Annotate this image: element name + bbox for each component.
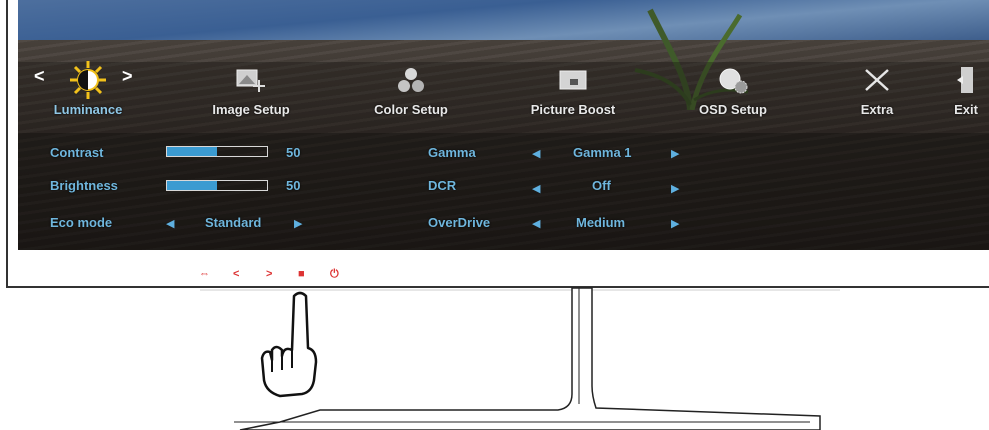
osd-globe-gear-icon (678, 60, 788, 100)
color-balls-icon (356, 60, 466, 100)
dcr-label: DCR (428, 178, 457, 193)
dcr-next-arrow[interactable]: ▶ (671, 182, 679, 195)
dcr-prev-arrow[interactable]: ◀ (532, 182, 540, 195)
gamma-value[interactable]: Gamma 1 (573, 145, 632, 160)
tools-icon (822, 60, 932, 100)
exit-door-icon (936, 60, 989, 100)
menu-item-picture-boost[interactable]: Picture Boost (518, 60, 628, 117)
eco-mode-prev-arrow[interactable]: ◀ (166, 217, 174, 230)
pointing-hand-icon (260, 291, 318, 398)
overdrive-prev-arrow[interactable]: ◀ (532, 217, 540, 230)
menu-label-extra: Extra (860, 102, 894, 117)
source-icon[interactable]: ⇔ (199, 268, 210, 280)
menu-label-osd-setup: OSD Setup (699, 102, 767, 117)
eco-mode-next-arrow[interactable]: ▶ (294, 217, 302, 230)
eco-mode-value[interactable]: Standard (205, 215, 261, 230)
menu-label-image-setup: Image Setup (212, 102, 290, 117)
left-icon[interactable]: < (233, 268, 239, 280)
overdrive-next-arrow[interactable]: ▶ (671, 217, 679, 230)
contrast-slider-fill (167, 147, 217, 156)
menu-item-osd-setup[interactable]: OSD Setup (678, 60, 788, 117)
picture-boost-icon (518, 60, 628, 100)
dcr-value[interactable]: Off (592, 178, 611, 193)
menu-item-color-setup[interactable]: Color Setup (356, 60, 466, 117)
menu-label-luminance: Luminance (53, 102, 123, 117)
osd-main-menu: < > Luminance Image Setup Color Setup Pi… (18, 60, 989, 122)
overdrive-value[interactable]: Medium (576, 215, 625, 230)
brightness-value: 50 (286, 178, 301, 193)
menu-item-exit[interactable]: Exit (936, 60, 989, 117)
contrast-value: 50 (286, 145, 301, 160)
brightness-label: Brightness (50, 178, 118, 193)
gamma-prev-arrow[interactable]: ◀ (532, 147, 540, 160)
menu-label-color-setup: Color Setup (374, 102, 448, 117)
menu-item-extra[interactable]: Extra (822, 60, 932, 117)
gamma-label: Gamma (428, 145, 476, 160)
sun-contrast-icon (33, 60, 143, 100)
menu-label-exit: Exit (954, 102, 978, 117)
brightness-slider-fill (167, 181, 217, 190)
contrast-label: Contrast (50, 145, 104, 160)
image-setup-icon (196, 60, 306, 100)
right-icon[interactable]: > (266, 268, 272, 280)
menu-item-image-setup[interactable]: Image Setup (196, 60, 306, 117)
menu-icon[interactable]: ■ (298, 268, 305, 280)
overdrive-label: OverDrive (428, 215, 491, 230)
menu-item-luminance[interactable]: Luminance (33, 60, 143, 117)
gamma-next-arrow[interactable]: ▶ (671, 147, 679, 160)
monitor-frame: < > Luminance Image Setup Color Setup Pi… (6, 0, 989, 288)
menu-label-picture-boost: Picture Boost (530, 102, 616, 117)
power-icon[interactable]: ⏻ (330, 268, 339, 281)
osd-settings-band (18, 133, 989, 250)
contrast-slider[interactable] (166, 146, 268, 157)
eco-mode-label: Eco mode (50, 215, 113, 230)
screen: < > Luminance Image Setup Color Setup Pi… (18, 0, 989, 250)
brightness-slider[interactable] (166, 180, 268, 191)
